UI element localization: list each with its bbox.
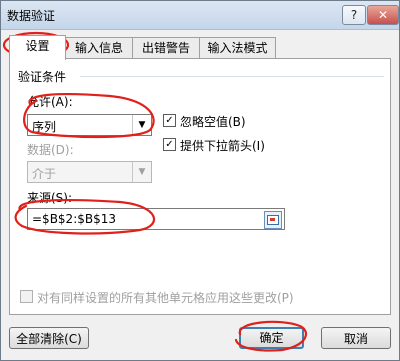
apply-all-checkbox[interactable] bbox=[20, 290, 33, 303]
section-divider bbox=[80, 76, 384, 77]
chevron-down-icon: ▼ bbox=[132, 162, 151, 182]
collapse-range-icon[interactable] bbox=[264, 211, 282, 229]
close-button[interactable]: ✕ bbox=[367, 5, 399, 25]
source-label: 来源(S): bbox=[27, 191, 73, 205]
help-button[interactable]: ? bbox=[342, 5, 366, 25]
allow-label: 允许(A): bbox=[27, 95, 73, 109]
settings-panel: 验证条件 允许(A): 序列 ▼ ✓ 忽略空值(B) ✓ 提供下拉箭头(I) 数… bbox=[9, 58, 391, 315]
allow-value: 序列 bbox=[32, 120, 57, 134]
dropdown-arrow-label: 提供下拉箭头(I) bbox=[180, 139, 265, 153]
allow-select[interactable]: 序列 ▼ bbox=[27, 114, 152, 136]
title-bar: 数据验证 ? ✕ bbox=[1, 1, 399, 30]
source-value: =$B$2:$B$13 bbox=[32, 212, 117, 226]
data-validation-dialog: 数据验证 ? ✕ 设置 输入信息 出错警告 输入法模式 验证条件 允许(A): … bbox=[0, 0, 400, 361]
tab-error-alert[interactable]: 出错警告 bbox=[132, 37, 200, 58]
validation-criteria-heading: 验证条件 bbox=[18, 70, 67, 84]
ignore-blank-label: 忽略空值(B) bbox=[180, 115, 246, 129]
chevron-down-icon: ▼ bbox=[132, 115, 151, 135]
source-input[interactable]: =$B$2:$B$13 bbox=[27, 208, 285, 230]
ok-button[interactable]: 确定 bbox=[239, 327, 304, 349]
apply-all-label: 对有同样设置的所有其他单元格应用这些更改(P) bbox=[37, 291, 294, 305]
data-select[interactable]: 介于 ▼ bbox=[27, 161, 152, 183]
clear-all-button[interactable]: 全部清除(C) bbox=[9, 327, 89, 349]
data-label: 数据(D): bbox=[27, 143, 74, 157]
tab-input-message[interactable]: 输入信息 bbox=[65, 37, 133, 58]
tab-settings[interactable]: 设置 bbox=[9, 35, 66, 60]
dialog-title: 数据验证 bbox=[7, 9, 56, 23]
ignore-blank-checkbox[interactable]: ✓ bbox=[163, 114, 176, 127]
cancel-button[interactable]: 取消 bbox=[321, 327, 391, 349]
data-value: 介于 bbox=[32, 167, 57, 181]
dropdown-arrow-checkbox[interactable]: ✓ bbox=[163, 138, 176, 151]
tab-ime-mode[interactable]: 输入法模式 bbox=[199, 37, 276, 58]
